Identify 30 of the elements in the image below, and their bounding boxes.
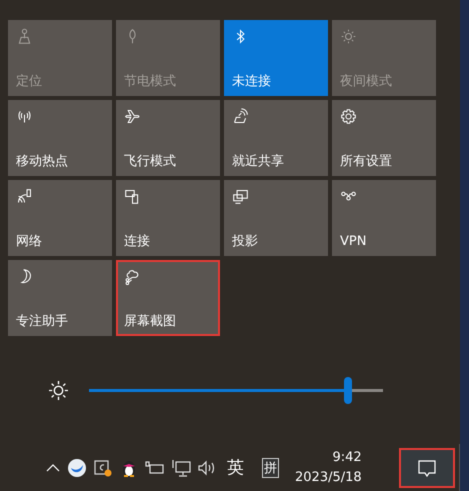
quick-action-tile[interactable]: 就近共享: [224, 100, 328, 176]
brightness-icon: [48, 380, 69, 400]
network-icon[interactable]: [171, 458, 191, 478]
map-pin-icon: [16, 28, 33, 45]
slider-thumb[interactable]: [344, 376, 352, 404]
quick-action-tile[interactable]: 移动热点: [8, 100, 112, 176]
clock-date[interactable]: 2023/5/18: [295, 468, 362, 488]
monitor-icon: [232, 188, 249, 205]
share-icon: [232, 108, 249, 125]
notification-button[interactable]: [399, 448, 455, 488]
scissors-icon: [124, 268, 141, 285]
quick-action-tile[interactable]: 网络: [8, 180, 112, 256]
quick-action-tile[interactable]: 所有设置: [332, 100, 436, 176]
quick-action-tile[interactable]: 屏幕截图: [116, 260, 220, 336]
notification-icon: [417, 458, 437, 478]
settings-icon: [340, 108, 357, 125]
network-icon: [16, 188, 33, 205]
clock-time[interactable]: 9:42: [332, 448, 362, 468]
sun-icon: [340, 28, 357, 45]
airplane-icon: [124, 108, 141, 125]
quick-action-tile[interactable]: 专注助手: [8, 260, 112, 336]
devices-icon: [124, 188, 141, 205]
quick-action-tile[interactable]: 连接: [116, 180, 220, 256]
input-mode-indicator[interactable]: 英: [223, 456, 248, 479]
ime-indicator[interactable]: 拼: [262, 458, 279, 478]
quick-action-tile[interactable]: VPN: [332, 180, 436, 256]
quick-action-tile[interactable]: 未连接: [224, 20, 328, 96]
quick-action-tile[interactable]: 投影: [224, 180, 328, 256]
app-icon[interactable]: [67, 458, 87, 478]
quick-action-tile[interactable]: 飞行模式: [116, 100, 220, 176]
